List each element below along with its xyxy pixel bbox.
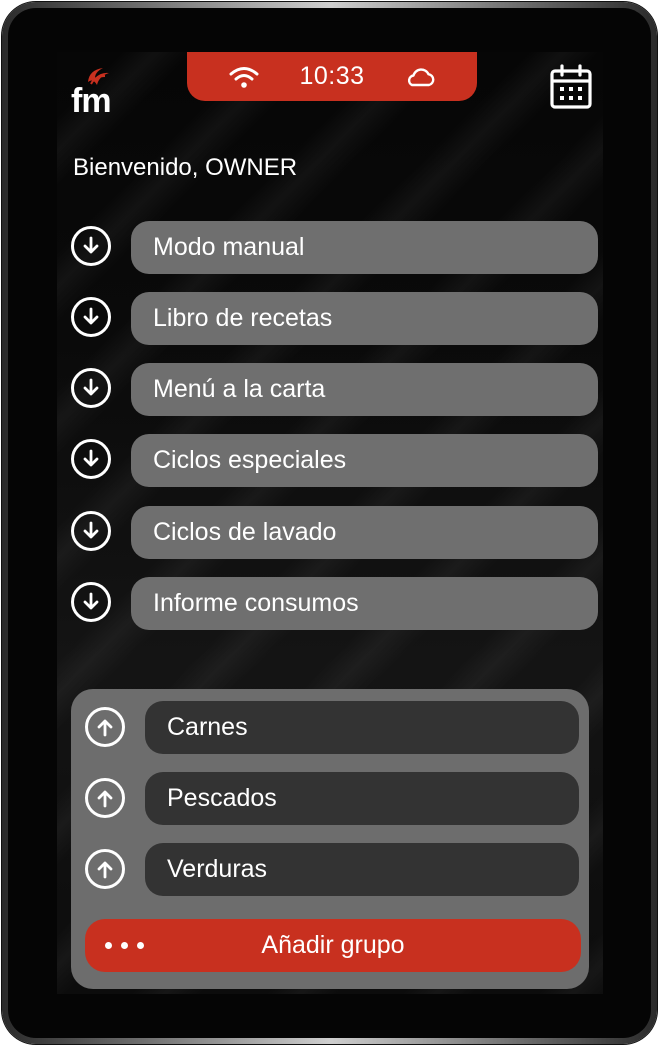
welcome-text: Bienvenido, OWNER [73,154,298,181]
wifi-icon [227,64,261,90]
status-time: 10:33 [299,62,365,90]
menu-item-modo-manual[interactable]: Modo manual [71,221,598,274]
menu-item-libro-de-recetas[interactable]: Libro de recetas [71,292,598,345]
menu-item-label[interactable]: Menú a la carta [131,363,598,416]
menu-item-label[interactable]: Informe consumos [131,577,598,630]
arrow-up-circle-icon[interactable] [85,707,125,747]
arrow-down-circle-icon[interactable] [71,297,111,337]
arrow-up-circle-icon[interactable] [85,778,125,818]
arrow-down-circle-icon[interactable] [71,582,111,622]
status-bar: 10:33 [187,52,477,101]
menu-item-label[interactable]: Modo manual [131,221,598,274]
add-group-button[interactable]: Añadir grupo [85,919,581,972]
group-item-label[interactable]: Carnes [145,701,579,754]
menu-item-label[interactable]: Ciclos de lavado [131,506,598,559]
menu-item-label[interactable]: Ciclos especiales [131,434,598,487]
group-item-label[interactable]: Pescados [145,772,579,825]
menu-item-ciclos-de-lavado[interactable]: Ciclos de lavado [71,506,598,559]
group-item-pescados[interactable]: Pescados [85,772,581,825]
cloud-icon [403,64,437,90]
arrow-down-circle-icon[interactable] [71,511,111,551]
menu-item-informe-consumos[interactable]: Informe consumos [71,577,598,630]
more-dots-icon [105,919,144,972]
menu-item-menu-a-la-carta[interactable]: Menú a la carta [71,363,598,416]
logo-text: fm [71,82,112,120]
screen: 10:33 fm Bienvenido, OWNER Modo manual L… [57,52,603,994]
group-item-carnes[interactable]: Carnes [85,701,581,754]
add-group-label: Añadir grupo [261,931,405,959]
group-panel: Carnes Pescados Verduras Añadir grupo [71,689,589,989]
group-item-label[interactable]: Verduras [145,843,579,896]
menu-item-ciclos-especiales[interactable]: Ciclos especiales [71,434,598,487]
menu-item-label[interactable]: Libro de recetas [131,292,598,345]
brand-logo: fm [71,66,115,118]
arrow-down-circle-icon[interactable] [71,439,111,479]
arrow-up-circle-icon[interactable] [85,849,125,889]
arrow-down-circle-icon[interactable] [71,226,111,266]
arrow-down-circle-icon[interactable] [71,368,111,408]
calendar-icon[interactable] [549,64,593,110]
group-item-verduras[interactable]: Verduras [85,843,581,896]
